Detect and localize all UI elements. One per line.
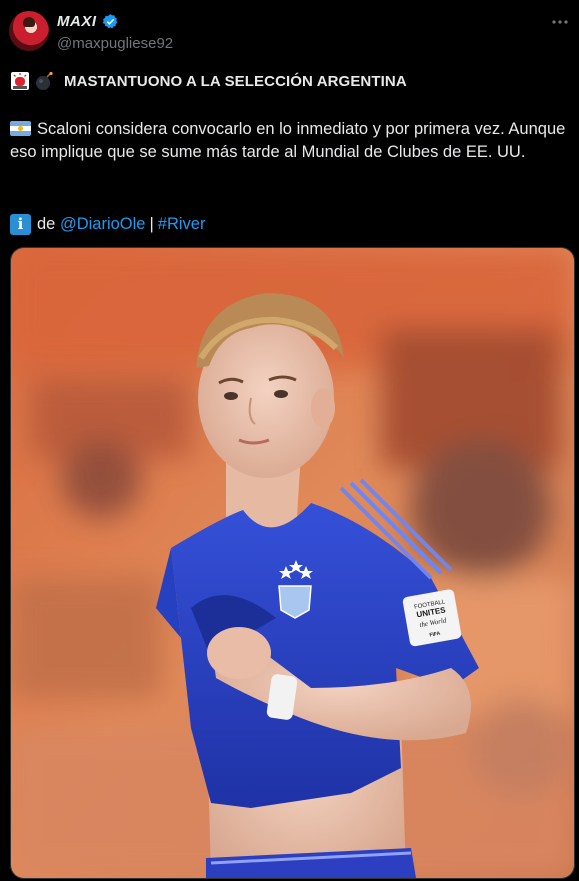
author-display-name[interactable]: MAXI bbox=[57, 13, 97, 30]
author-handle[interactable]: @maxpugliese92 bbox=[57, 35, 173, 52]
post-source-line: i de @DiarioOle | #River bbox=[10, 213, 205, 235]
source-prefix: de bbox=[37, 214, 56, 233]
siren-icon bbox=[11, 72, 29, 90]
mention-link[interactable]: @DiarioOle bbox=[60, 215, 146, 234]
headline-text: MASTANTUONO A LA SELECCIÓN ARGENTINA bbox=[64, 72, 407, 90]
verified-badge-icon bbox=[102, 14, 118, 29]
more-options-icon[interactable] bbox=[550, 12, 570, 32]
separator: | bbox=[149, 214, 154, 233]
author-avatar[interactable] bbox=[9, 11, 49, 51]
post-body-text: Scaloni considera convocarlo en lo inmed… bbox=[10, 120, 566, 161]
post-media-image[interactable]: FOOTBALL UNITES the World FIFA bbox=[10, 247, 575, 879]
bomb-icon bbox=[36, 71, 53, 90]
player-photo: FOOTBALL UNITES the World FIFA bbox=[11, 248, 574, 878]
post-headline: MASTANTUONO A LA SELECCIÓN ARGENTINA bbox=[10, 69, 407, 93]
information-icon: i bbox=[10, 213, 31, 235]
hashtag-link[interactable]: #River bbox=[158, 215, 206, 234]
